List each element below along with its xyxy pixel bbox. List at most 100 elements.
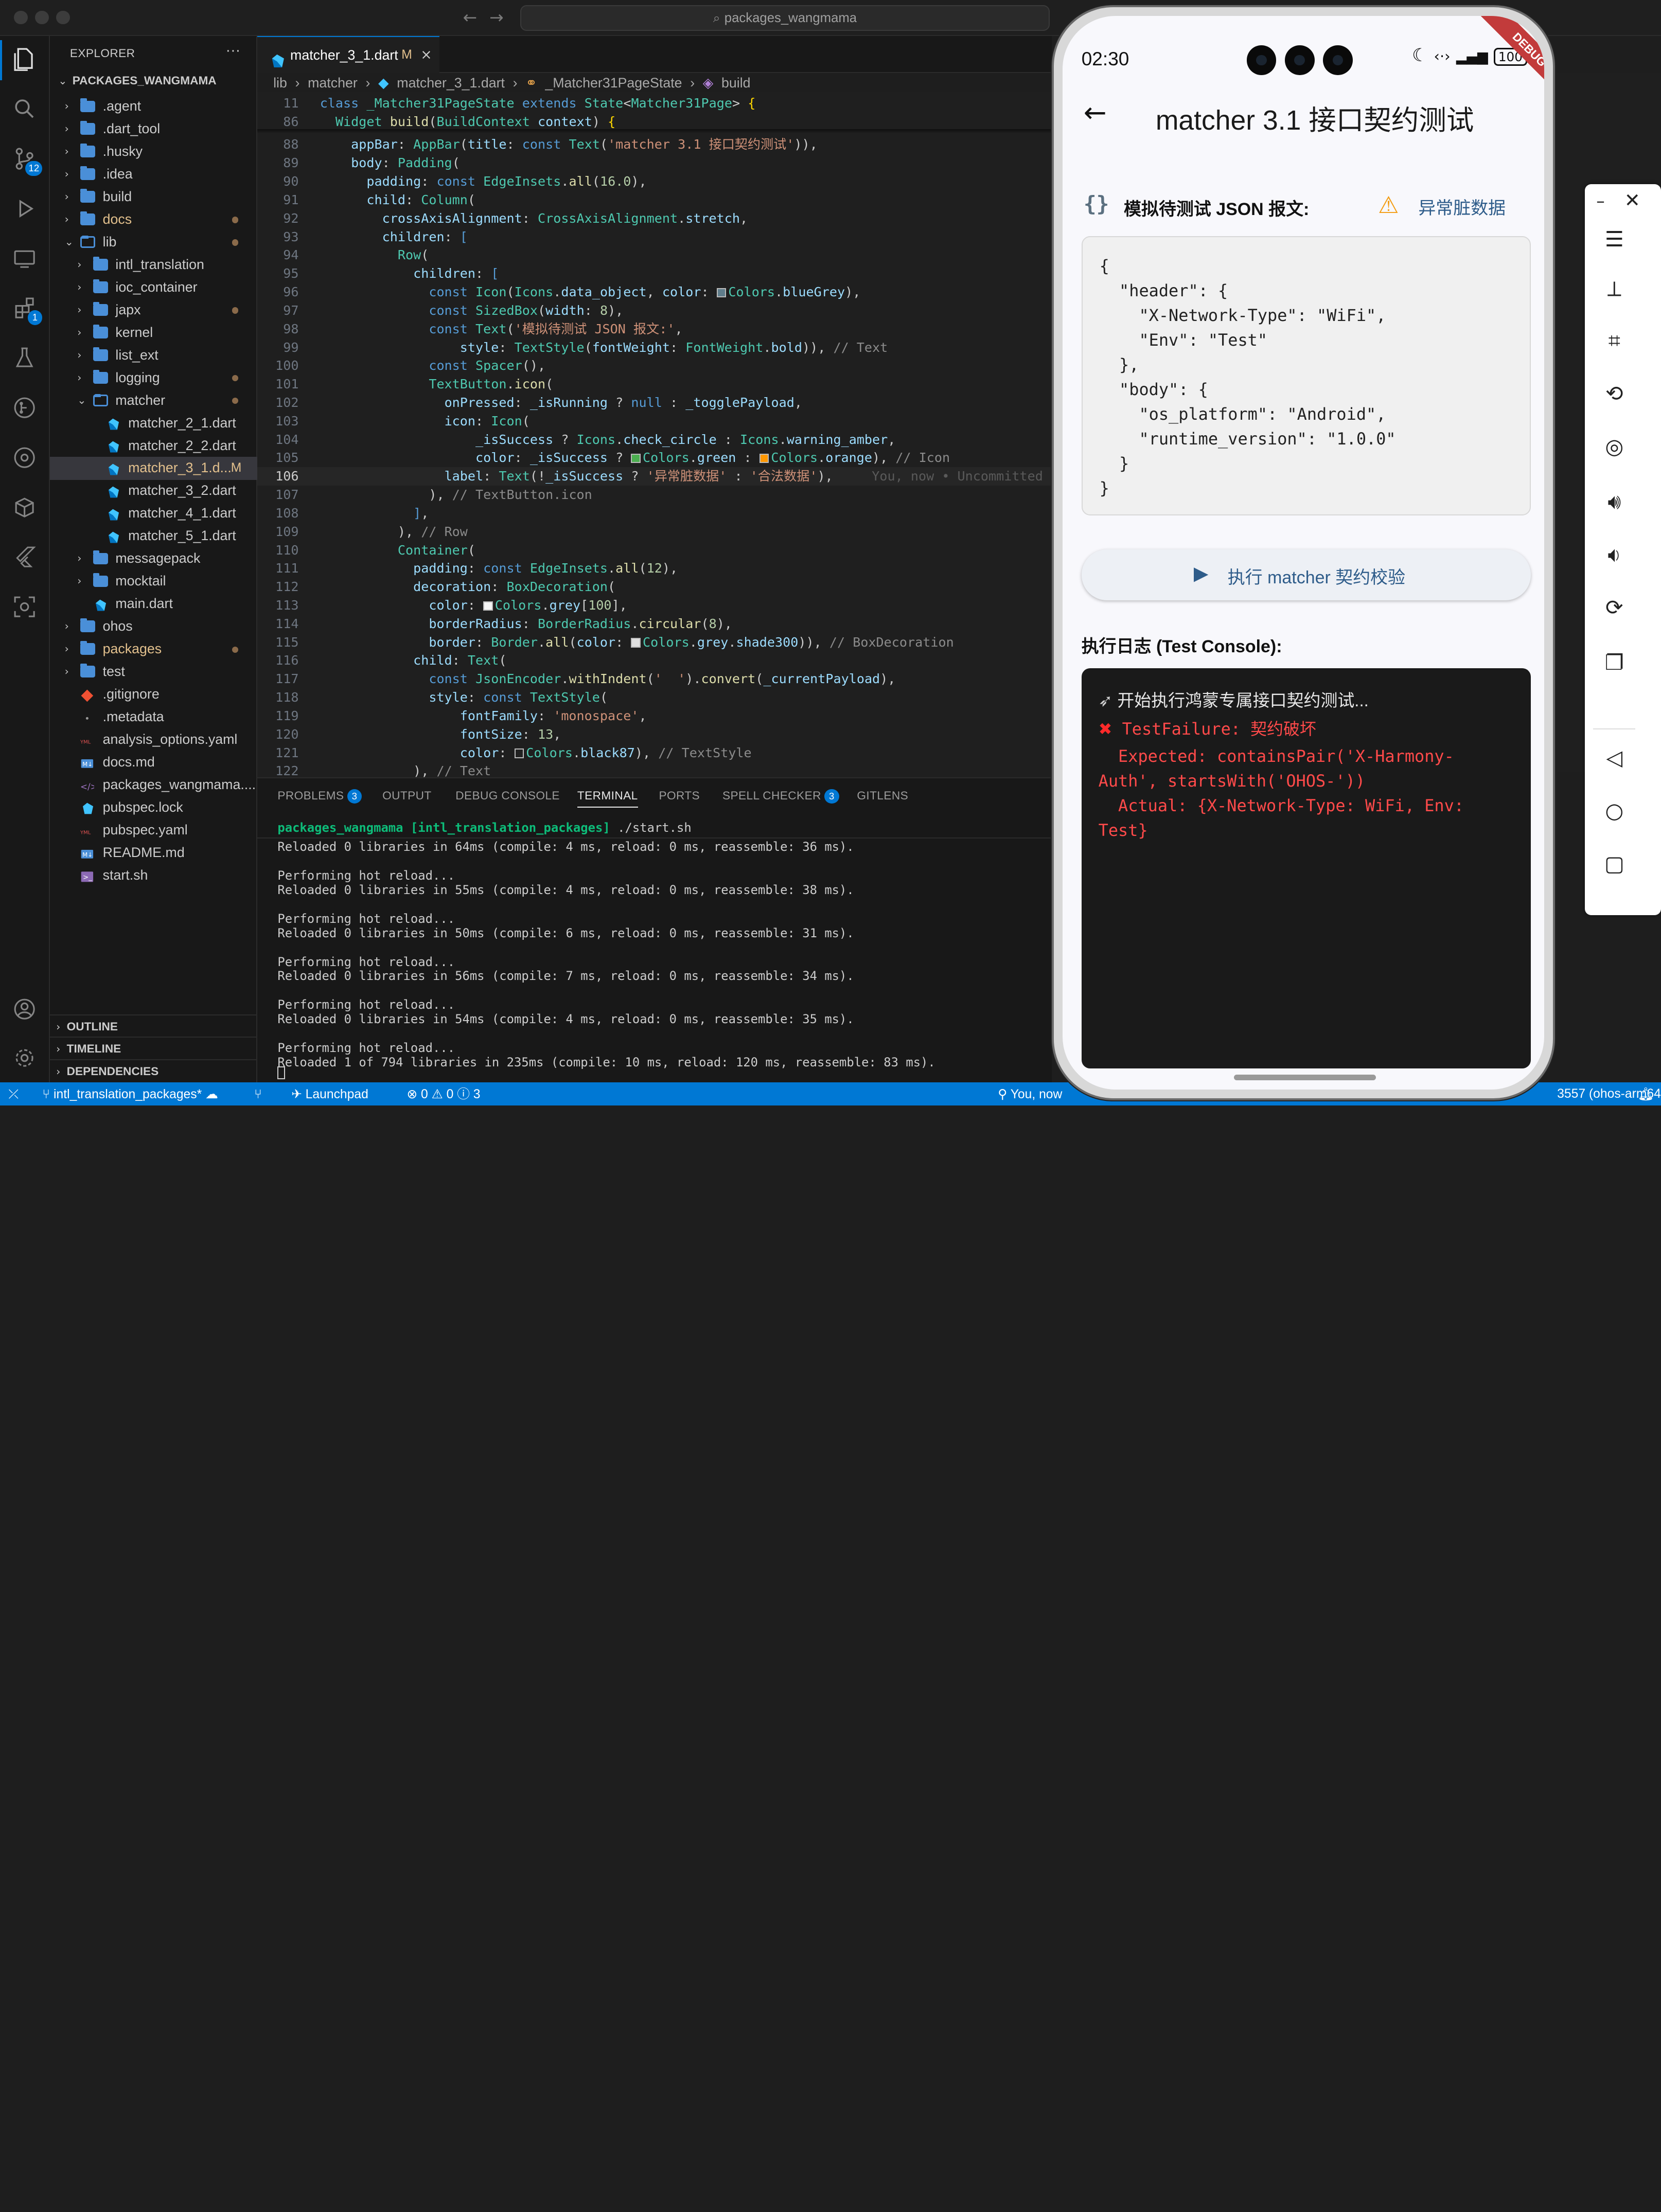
tree-item[interactable]: .metadata <box>50 706 257 728</box>
tree-item[interactable]: main.dart <box>50 593 257 615</box>
chevron-right-icon[interactable]: › <box>65 186 76 208</box>
chevron-right-icon[interactable]: › <box>65 615 76 637</box>
gitlens-inspect-icon[interactable] <box>11 444 39 472</box>
tree-item[interactable]: › .husky <box>50 140 257 163</box>
multi-device-icon[interactable]: ❐ <box>1585 650 1644 675</box>
tree-item[interactable]: › .dart_tool <box>50 118 257 140</box>
blame-status[interactable]: ⚲ You, now <box>998 1082 1062 1105</box>
timeline-section[interactable]: › TIMELINE <box>49 1037 258 1059</box>
tree-item[interactable]: matcher_2_2.dart <box>50 435 257 457</box>
panel-tab-ports[interactable]: PORTS <box>659 789 700 802</box>
back-arrow-icon[interactable]: ← <box>1084 96 1107 129</box>
remote-explorer-icon[interactable] <box>11 245 39 273</box>
flutter-icon[interactable] <box>11 543 39 571</box>
chevron-right-icon[interactable]: › <box>77 367 88 389</box>
close-icon[interactable]: ✕ <box>1616 189 1648 211</box>
volume-up-icon[interactable]: 🔊︎ <box>1585 489 1644 514</box>
git-graph-icon[interactable]: ⑂ <box>254 1082 262 1105</box>
tree-item[interactable]: › list_ext <box>50 344 257 367</box>
breadcrumb-method[interactable]: build <box>721 75 751 91</box>
tree-item[interactable]: › .agent <box>50 95 257 118</box>
breadcrumb-lib[interactable]: lib <box>273 75 287 91</box>
rotate-icon[interactable]: ⟲ <box>1585 381 1644 406</box>
scan-code-icon[interactable] <box>11 593 39 621</box>
notifications-bell-icon[interactable]: 🔔︎ <box>1638 1082 1654 1105</box>
chevron-right-icon[interactable]: › <box>65 118 76 140</box>
gitlens-icon[interactable] <box>11 394 39 422</box>
maximize-window-button[interactable] <box>56 10 70 25</box>
tree-item[interactable]: › test <box>50 661 257 683</box>
extensions-icon[interactable]: 1 <box>11 294 43 325</box>
chevron-right-icon[interactable]: › <box>77 344 88 366</box>
chevron-right-icon[interactable]: › <box>65 95 76 117</box>
explorer-icon[interactable] <box>11 46 39 74</box>
close-window-button[interactable] <box>13 10 28 25</box>
back-arrow-icon[interactable]: ← <box>463 7 478 27</box>
tree-item[interactable]: › logging <box>50 367 257 389</box>
source-control-icon[interactable]: 12 <box>11 145 43 176</box>
tab-matcher-3-1[interactable]: matcher_3_1.dart M × <box>257 35 440 74</box>
panel-tab-gitlens[interactable]: GITLENS <box>857 789 908 802</box>
tree-item[interactable]: › docs <box>50 208 257 231</box>
tree-item[interactable]: › .idea <box>50 163 257 186</box>
settings-gear-icon[interactable] <box>11 1044 39 1072</box>
chevron-right-icon[interactable]: › <box>65 638 76 660</box>
tree-item[interactable]: › build <box>50 186 257 208</box>
pin-off-icon[interactable]: ⟂ <box>1585 276 1644 301</box>
tree-item[interactable]: ⌄ matcher <box>50 389 257 412</box>
chevron-right-icon[interactable]: › <box>77 276 88 298</box>
workspace-root[interactable]: ⌄ PACKAGES_WANGMAMA <box>54 74 216 87</box>
tree-item[interactable]: matcher_5_1.dart <box>50 525 257 547</box>
run-debug-icon[interactable] <box>11 195 39 223</box>
dependencies-section[interactable]: › DEPENDENCIES <box>49 1059 258 1081</box>
nav-home-icon[interactable]: ○ <box>1585 798 1644 823</box>
search-icon[interactable] <box>11 95 39 123</box>
run-matcher-button[interactable]: ▶ 执行 matcher 契约校验 <box>1081 549 1531 601</box>
tree-item[interactable]: YML analysis_options.yaml <box>50 728 257 751</box>
chevron-right-icon[interactable]: › <box>65 208 76 230</box>
tree-item[interactable]: › messagepack <box>50 547 257 570</box>
nav-back-icon[interactable]: ◁ <box>1585 745 1644 770</box>
tree-item[interactable]: › ioc_container <box>50 276 257 299</box>
tree-item[interactable]: </> packages_wangmama.... <box>50 774 257 796</box>
minimize-window-button[interactable] <box>34 10 49 25</box>
rotate-device-icon[interactable]: ⟳ <box>1585 595 1644 620</box>
tree-item[interactable]: >_ start.sh <box>50 864 257 887</box>
breadcrumb-class[interactable]: _Matcher31PageState <box>545 75 682 91</box>
screenshot-icon[interactable]: ◎ <box>1585 434 1644 459</box>
tree-item[interactable]: M↓ README.md <box>50 842 257 864</box>
container-box-icon[interactable] <box>11 493 39 521</box>
tree-item[interactable]: matcher_3_1.d... M <box>49 457 258 480</box>
remote-icon[interactable]: ⤫ <box>8 1082 19 1105</box>
tree-item[interactable]: matcher_3_2.dart <box>50 479 257 502</box>
tree-item[interactable]: M↓ docs.md <box>50 751 257 774</box>
panel-tab-debug-console[interactable]: DEBUG CONSOLE <box>455 789 560 802</box>
tree-item[interactable]: › packages <box>50 638 257 661</box>
chevron-right-icon[interactable]: › <box>77 299 88 321</box>
breadcrumb-matcher[interactable]: matcher <box>308 75 358 91</box>
crop-icon[interactable]: ⌗ <box>1585 328 1644 353</box>
breadcrumb-file[interactable]: matcher_3_1.dart <box>397 75 505 91</box>
home-indicator[interactable] <box>1234 1075 1376 1080</box>
panel-tab-spell-checker[interactable]: SPELL CHECKER 3 <box>722 789 839 804</box>
panel-tab-terminal[interactable]: TERMINAL <box>577 789 638 808</box>
tree-item[interactable]: › intl_translation <box>50 254 257 276</box>
outline-section[interactable]: › OUTLINE <box>49 1014 258 1037</box>
tree-item[interactable]: › japx <box>50 299 257 322</box>
tree-item[interactable]: YML pubspec.yaml <box>50 819 257 842</box>
chevron-down-icon[interactable]: ⌄ <box>77 389 88 412</box>
chevron-right-icon[interactable]: › <box>77 322 88 344</box>
tree-item[interactable]: pubspec.lock <box>50 796 257 819</box>
tree-item[interactable]: matcher_4_1.dart <box>50 502 257 525</box>
chevron-right-icon[interactable]: › <box>65 661 76 683</box>
tree-item[interactable]: matcher_2_1.dart <box>50 412 257 435</box>
chevron-right-icon[interactable]: › <box>77 254 88 276</box>
chevron-right-icon[interactable]: › <box>65 140 76 163</box>
forward-arrow-icon[interactable]: → <box>489 7 504 27</box>
command-center-search[interactable]: ⌕ packages_wangmama <box>520 5 1050 31</box>
tab-close-icon[interactable]: × <box>420 37 432 73</box>
volume-down-icon[interactable]: 🔉︎ <box>1585 542 1644 567</box>
panel-tab-output[interactable]: OUTPUT <box>382 789 431 802</box>
code-editor[interactable]: 11 class _Matcher31PageState extends Stat… <box>257 92 1052 777</box>
chevron-right-icon[interactable]: › <box>77 570 88 592</box>
